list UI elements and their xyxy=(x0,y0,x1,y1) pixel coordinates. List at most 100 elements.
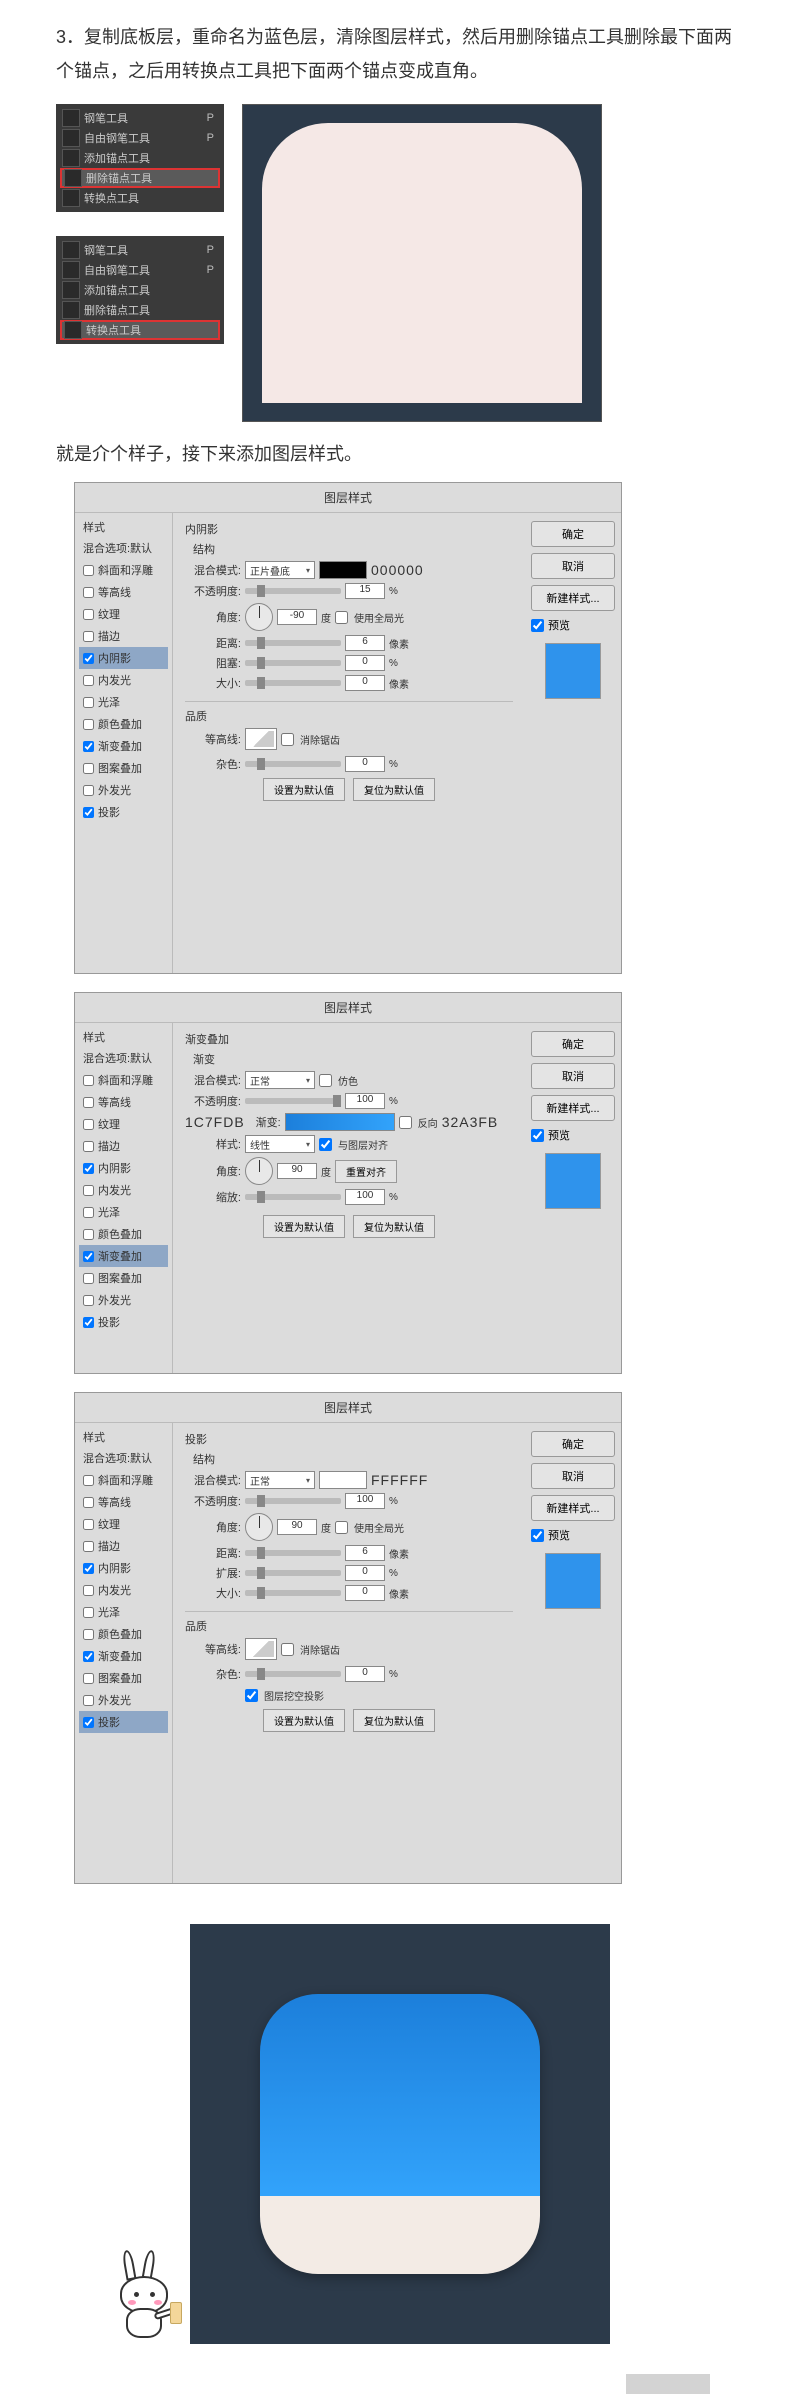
style-stroke[interactable]: 描边 xyxy=(79,1535,168,1557)
tool-pen[interactable]: 钢笔工具P xyxy=(60,108,220,128)
cancel-button[interactable]: 取消 xyxy=(531,1063,615,1089)
reset-align-button[interactable]: 重置对齐 xyxy=(335,1160,397,1183)
style-pattern-overlay[interactable]: 图案叠加 xyxy=(79,1667,168,1689)
cancel-button[interactable]: 取消 xyxy=(531,553,615,579)
make-default-button[interactable]: 设置为默认值 xyxy=(263,1709,345,1732)
style-bevel[interactable]: 斜面和浮雕 xyxy=(79,1469,168,1491)
gradient-style-dropdown[interactable]: 线性 xyxy=(245,1135,315,1153)
style-stroke[interactable]: 描边 xyxy=(79,625,168,647)
size-slider[interactable] xyxy=(245,680,341,686)
preview-checkbox[interactable] xyxy=(531,1129,544,1142)
style-color-overlay[interactable]: 颜色叠加 xyxy=(79,1223,168,1245)
opacity-slider[interactable] xyxy=(245,1498,341,1504)
spread-value[interactable]: 0 xyxy=(345,1565,385,1581)
size-value[interactable]: 0 xyxy=(345,675,385,691)
blend-options[interactable]: 混合选项:默认 xyxy=(79,1447,168,1469)
reverse-checkbox[interactable] xyxy=(399,1116,412,1129)
spread-slider[interactable] xyxy=(245,1570,341,1576)
angle-value[interactable]: 90 xyxy=(277,1163,317,1179)
preview-checkbox[interactable] xyxy=(531,1529,544,1542)
style-gradient-overlay[interactable]: 渐变叠加 xyxy=(79,1245,168,1267)
style-inner-shadow[interactable]: 内阴影 xyxy=(79,647,168,669)
antialias-checkbox[interactable] xyxy=(281,733,294,746)
style-bevel[interactable]: 斜面和浮雕 xyxy=(79,1069,168,1091)
tool-convert[interactable]: 转换点工具 xyxy=(60,320,220,340)
angle-dial[interactable] xyxy=(245,603,273,631)
style-inner-glow[interactable]: 内发光 xyxy=(79,669,168,691)
style-stroke[interactable]: 描边 xyxy=(79,1135,168,1157)
distance-slider[interactable] xyxy=(245,1550,341,1556)
tool-pen[interactable]: 钢笔工具P xyxy=(60,240,220,260)
style-drop-shadow[interactable]: 投影 xyxy=(79,801,168,823)
opacity-slider[interactable]: .slider[style*="100"]:after{left:92%} xyxy=(245,1098,341,1104)
reset-default-button[interactable]: 复位为默认值 xyxy=(353,778,435,801)
opacity-slider[interactable] xyxy=(245,588,341,594)
style-inner-glow[interactable]: 内发光 xyxy=(79,1179,168,1201)
cancel-button[interactable]: 取消 xyxy=(531,1463,615,1489)
noise-slider[interactable] xyxy=(245,1671,341,1677)
distance-value[interactable]: 6 xyxy=(345,1545,385,1561)
tool-add-anchor[interactable]: 添加锚点工具 xyxy=(60,280,220,300)
choke-slider[interactable] xyxy=(245,660,341,666)
global-light-checkbox[interactable] xyxy=(335,611,348,624)
style-gradient-overlay[interactable]: 渐变叠加 xyxy=(79,1645,168,1667)
style-pattern-overlay[interactable]: 图案叠加 xyxy=(79,757,168,779)
style-texture[interactable]: 纹理 xyxy=(79,1513,168,1535)
angle-value[interactable]: 90 xyxy=(277,1519,317,1535)
contour-swatch[interactable] xyxy=(245,728,277,750)
scale-value[interactable]: 100 xyxy=(345,1189,385,1205)
knockout-checkbox[interactable] xyxy=(245,1689,258,1702)
ok-button[interactable]: 确定 xyxy=(531,1431,615,1457)
scale-slider[interactable] xyxy=(245,1194,341,1200)
ok-button[interactable]: 确定 xyxy=(531,1031,615,1057)
blend-mode-dropdown[interactable]: 正片叠底 xyxy=(245,561,315,579)
make-default-button[interactable]: 设置为默认值 xyxy=(263,1215,345,1238)
dither-checkbox[interactable] xyxy=(319,1074,332,1087)
style-texture[interactable]: 纹理 xyxy=(79,1113,168,1135)
size-slider[interactable] xyxy=(245,1590,341,1596)
style-color-overlay[interactable]: 颜色叠加 xyxy=(79,1623,168,1645)
opacity-value[interactable]: 100 xyxy=(345,1493,385,1509)
distance-slider[interactable] xyxy=(245,640,341,646)
style-drop-shadow[interactable]: 投影 xyxy=(79,1711,168,1733)
angle-value[interactable]: -90 xyxy=(277,609,317,625)
style-drop-shadow[interactable]: 投影 xyxy=(79,1311,168,1333)
blend-options[interactable]: 混合选项:默认 xyxy=(79,1047,168,1069)
new-style-button[interactable]: 新建样式... xyxy=(531,585,615,611)
style-contour[interactable]: 等高线 xyxy=(79,581,168,603)
blend-mode-dropdown[interactable]: 正常 xyxy=(245,1471,315,1489)
style-outer-glow[interactable]: 外发光 xyxy=(79,779,168,801)
new-style-button[interactable]: 新建样式... xyxy=(531,1095,615,1121)
style-satin[interactable]: 光泽 xyxy=(79,1601,168,1623)
tool-delete-anchor[interactable]: 删除锚点工具 xyxy=(60,300,220,320)
style-bevel[interactable]: 斜面和浮雕 xyxy=(79,559,168,581)
contour-swatch[interactable] xyxy=(245,1638,277,1660)
opacity-value[interactable]: 100 xyxy=(345,1093,385,1109)
noise-value[interactable]: 0 xyxy=(345,756,385,772)
style-contour[interactable]: 等高线 xyxy=(79,1091,168,1113)
ok-button[interactable]: 确定 xyxy=(531,521,615,547)
style-satin[interactable]: 光泽 xyxy=(79,691,168,713)
global-light-checkbox[interactable] xyxy=(335,1521,348,1534)
blend-mode-dropdown[interactable]: 正常 xyxy=(245,1071,315,1089)
noise-value[interactable]: 0 xyxy=(345,1666,385,1682)
reset-default-button[interactable]: 复位为默认值 xyxy=(353,1215,435,1238)
opacity-value[interactable]: 15 xyxy=(345,583,385,599)
style-outer-glow[interactable]: 外发光 xyxy=(79,1289,168,1311)
blend-options[interactable]: 混合选项:默认 xyxy=(79,537,168,559)
style-contour[interactable]: 等高线 xyxy=(79,1491,168,1513)
reset-default-button[interactable]: 复位为默认值 xyxy=(353,1709,435,1732)
size-value[interactable]: 0 xyxy=(345,1585,385,1601)
choke-value[interactable]: 0 xyxy=(345,655,385,671)
style-inner-shadow[interactable]: 内阴影 xyxy=(79,1557,168,1579)
new-style-button[interactable]: 新建样式... xyxy=(531,1495,615,1521)
distance-value[interactable]: 6 xyxy=(345,635,385,651)
tool-freeform[interactable]: 自由钢笔工具P xyxy=(60,260,220,280)
noise-slider[interactable] xyxy=(245,761,341,767)
tool-convert[interactable]: 转换点工具 xyxy=(60,188,220,208)
style-inner-glow[interactable]: 内发光 xyxy=(79,1579,168,1601)
tool-freeform[interactable]: 自由钢笔工具P xyxy=(60,128,220,148)
style-color-overlay[interactable]: 颜色叠加 xyxy=(79,713,168,735)
style-gradient-overlay[interactable]: 渐变叠加 xyxy=(79,735,168,757)
antialias-checkbox[interactable] xyxy=(281,1643,294,1656)
